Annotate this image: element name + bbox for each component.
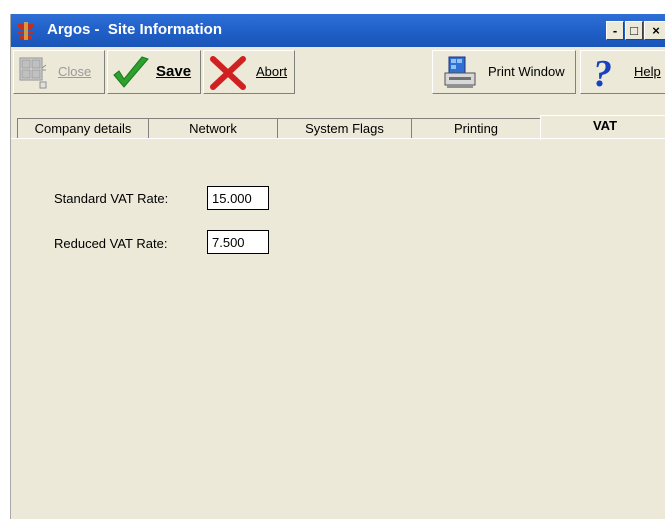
tab-network[interactable]: Network (148, 118, 278, 139)
help-button[interactable]: ? Help (580, 50, 665, 94)
cross-icon (210, 56, 246, 90)
question-mark-icon: ? (593, 54, 612, 92)
site-information-window: Argos - Site Information - □ × Close Sav (10, 14, 665, 519)
close-button[interactable]: Close (13, 50, 105, 94)
close-label: Close (58, 64, 92, 79)
minimize-button[interactable]: - (606, 21, 624, 40)
print-window-button[interactable]: Print Window (432, 50, 576, 94)
standard-vat-rate-input[interactable] (207, 186, 269, 210)
printer-icon (444, 56, 476, 88)
reduced-vat-rate-input[interactable] (207, 230, 269, 254)
save-label: Save (156, 63, 192, 80)
vat-panel: Standard VAT Rate: Reduced VAT Rate: (11, 138, 665, 519)
maximize-button[interactable]: □ (625, 21, 643, 40)
tab-vat[interactable]: VAT (540, 115, 665, 140)
print-window-label: Print Window (488, 64, 565, 79)
app-icon (18, 22, 34, 40)
close-window-button[interactable]: × (644, 21, 665, 40)
tab-strip: Company details Network System Flags Pri… (11, 115, 665, 140)
checkmark-icon (113, 56, 149, 88)
tab-company-details[interactable]: Company details (17, 118, 149, 139)
title-bar[interactable]: Argos - Site Information - □ × (11, 14, 665, 47)
save-button[interactable]: Save (107, 50, 201, 94)
window-title: Argos - Site Information (47, 21, 223, 38)
standard-vat-label: Standard VAT Rate: (54, 191, 169, 206)
tab-system-flags[interactable]: System Flags (277, 118, 412, 139)
close-form-icon (19, 57, 47, 89)
abort-button[interactable]: Abort (203, 50, 295, 94)
help-label: Help (634, 64, 661, 79)
abort-label: Abort (256, 64, 288, 79)
tab-printing[interactable]: Printing (411, 118, 541, 139)
svg-text:?: ? (593, 54, 612, 92)
reduced-vat-label: Reduced VAT Rate: (54, 236, 168, 251)
